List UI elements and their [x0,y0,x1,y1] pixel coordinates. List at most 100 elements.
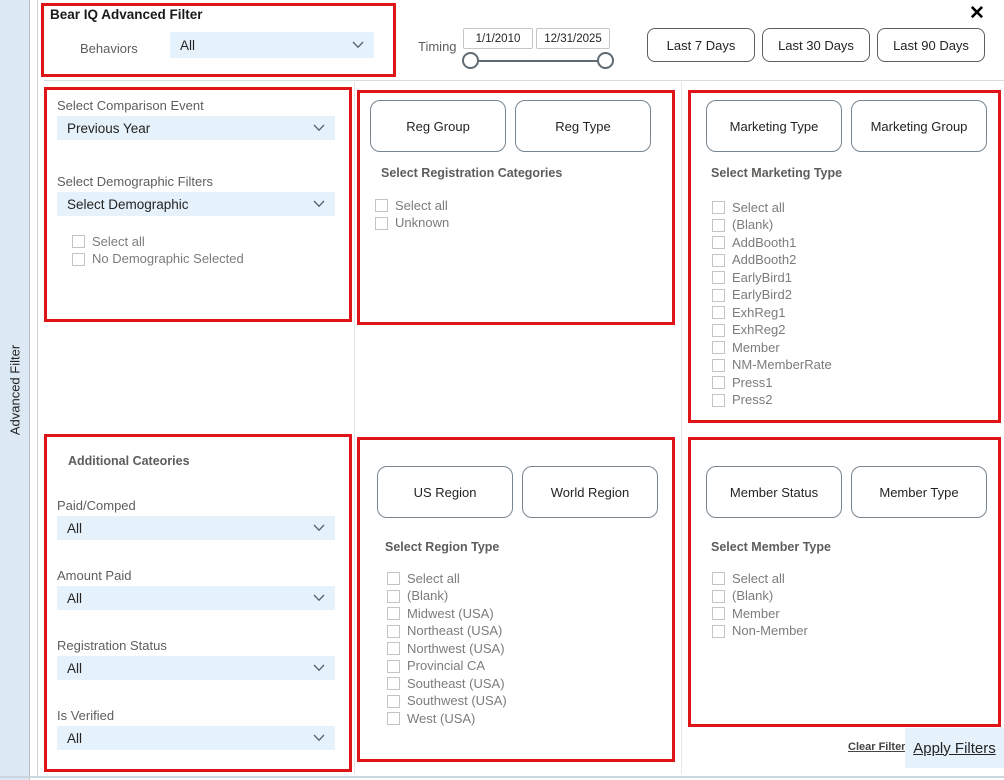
checkbox[interactable] [712,219,725,232]
demographic-dropdown[interactable]: Select Demographic [57,192,335,216]
checkbox-row[interactable]: Non-Member [712,623,996,641]
timing-slider-start-handle[interactable] [462,52,479,69]
advanced-filter-side-tab[interactable]: Advanced Filter [0,0,30,780]
checkbox-row[interactable]: Select all [712,570,996,588]
checkbox-row[interactable]: Member [712,605,996,623]
member-tab[interactable]: Member Status [706,466,842,518]
checkbox[interactable] [712,236,725,249]
quick-range-button[interactable]: Last 90 Days [877,28,985,62]
timing-slider-end-handle[interactable] [597,52,614,69]
checkbox[interactable] [712,625,725,638]
start-date-input[interactable]: 1/1/2010 [463,28,533,49]
checkbox[interactable] [375,199,388,212]
checkbox-row[interactable]: ExhReg1 [712,304,996,322]
clear-filters-link[interactable]: Clear Filters [848,741,912,753]
checkbox-row[interactable]: Unknown [375,215,664,233]
checkbox-row[interactable]: AddBooth1 [712,234,996,252]
marketing-panel: Marketing Type Marketing Group Select Ma… [706,100,996,409]
registration-panel: Reg Group Reg Type Select Registration C… [370,100,664,232]
region-panel: US Region World Region Select Region Typ… [377,466,667,728]
checkbox[interactable] [387,607,400,620]
checkbox[interactable] [712,271,725,284]
checkbox-label: No Demographic Selected [92,252,244,266]
checkbox[interactable] [712,607,725,620]
checkbox[interactable] [712,254,725,267]
marketing-tab[interactable]: Marketing Group [851,100,987,152]
checkbox[interactable] [712,324,725,337]
checkbox-row[interactable]: West (USA) [387,710,667,728]
panel-left-border [37,0,38,776]
checkbox-row[interactable]: Select all [375,197,664,215]
checkbox[interactable] [712,306,725,319]
dialog-title: Bear IQ Advanced Filter [50,7,203,22]
checkbox-row[interactable]: Southwest (USA) [387,693,667,711]
checkbox-row[interactable]: Northwest (USA) [387,640,667,658]
registration-tab[interactable]: Reg Group [370,100,506,152]
checkbox-row[interactable]: Select all [387,570,667,588]
checkbox-row[interactable]: Member [712,339,996,357]
checkbox[interactable] [72,235,85,248]
apply-filters-button[interactable]: Apply Filters [905,728,1004,768]
checkbox[interactable] [712,289,725,302]
filter-field-label: Registration Status [57,637,335,655]
checkbox-row[interactable]: No Demographic Selected [72,251,335,269]
checkbox[interactable] [712,590,725,603]
checkbox[interactable] [375,217,388,230]
registration-tab[interactable]: Reg Type [515,100,651,152]
checkbox-row[interactable]: EarlyBird2 [712,287,996,305]
filter-field-dropdown[interactable]: All [57,586,335,610]
checkbox[interactable] [72,253,85,266]
checkbox[interactable] [387,572,400,585]
checkbox-label: Northeast (USA) [407,624,502,638]
checkbox[interactable] [712,341,725,354]
checkbox[interactable] [712,376,725,389]
checkbox-row[interactable]: EarlyBird1 [712,269,996,287]
end-date-input[interactable]: 12/31/2025 [536,28,610,49]
checkbox[interactable] [387,677,400,690]
checkbox[interactable] [712,572,725,585]
checkbox[interactable] [387,695,400,708]
checkbox-row[interactable]: Press2 [712,392,996,410]
checkbox[interactable] [712,394,725,407]
dialog-bottom-border [0,776,1004,778]
filter-field-dropdown[interactable]: All [57,516,335,540]
checkbox-row[interactable]: Midwest (USA) [387,605,667,623]
comparison-panel: Select Comparison Event Previous Year Se… [57,97,335,268]
checkbox-label: Provincial CA [407,659,485,673]
checkbox[interactable] [387,660,400,673]
checkbox-row[interactable]: AddBooth2 [712,252,996,270]
checkbox-row[interactable]: NM-MemberRate [712,357,996,375]
quick-range-button[interactable]: Last 30 Days [762,28,870,62]
region-tab[interactable]: US Region [377,466,513,518]
checkbox[interactable] [387,642,400,655]
member-tab[interactable]: Member Type [851,466,987,518]
filter-field-dropdown[interactable]: All [57,656,335,680]
checkbox-label: (Blank) [407,589,448,603]
quick-range-button[interactable]: Last 7 Days [647,28,755,62]
behaviors-dropdown[interactable]: All [170,32,374,58]
member-section-label: Select Member Type [711,538,996,556]
checkbox-row[interactable]: (Blank) [387,588,667,606]
region-tab[interactable]: World Region [522,466,658,518]
filter-field-dropdown[interactable]: All [57,726,335,750]
checkbox[interactable] [712,201,725,214]
checkbox[interactable] [712,359,725,372]
marketing-tab[interactable]: Marketing Type [706,100,842,152]
checkbox[interactable] [387,625,400,638]
checkbox-row[interactable]: Northeast (USA) [387,623,667,641]
member-tabs: Member Status Member Type [706,466,996,518]
checkbox-row[interactable]: Select all [712,199,996,217]
comparison-event-dropdown[interactable]: Previous Year [57,116,335,140]
checkbox[interactable] [387,590,400,603]
close-icon[interactable]: ✕ [962,0,992,26]
checkbox-label: AddBooth2 [732,253,796,267]
checkbox-row[interactable]: Press1 [712,374,996,392]
region-section-label: Select Region Type [385,538,667,556]
checkbox-row[interactable]: Provincial CA [387,658,667,676]
checkbox-row[interactable]: (Blank) [712,217,996,235]
checkbox-row[interactable]: Southeast (USA) [387,675,667,693]
checkbox-row[interactable]: Select all [72,233,335,251]
checkbox[interactable] [387,712,400,725]
checkbox-row[interactable]: (Blank) [712,588,996,606]
checkbox-row[interactable]: ExhReg2 [712,322,996,340]
